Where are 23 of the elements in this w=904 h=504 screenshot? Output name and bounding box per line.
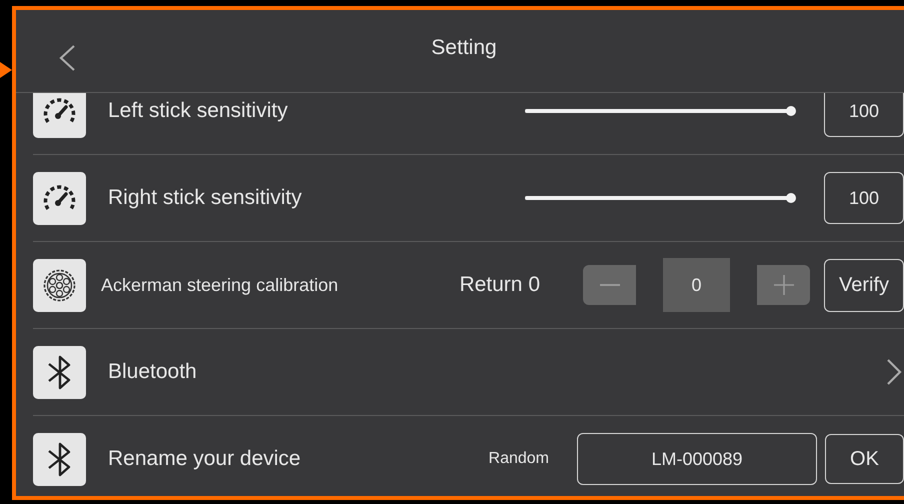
- setting-label: Rename your device: [108, 447, 302, 471]
- bluetooth-icon: [33, 432, 86, 486]
- verify-button[interactable]: Verify: [824, 258, 904, 312]
- wheel-icon: [33, 258, 86, 312]
- random-link[interactable]: Random: [488, 450, 549, 468]
- setting-label: Ackerman steering calibration: [101, 274, 340, 296]
- value-field[interactable]: 100: [824, 93, 904, 137]
- device-name-field[interactable]: LM-000089: [577, 433, 817, 485]
- return-zero-link[interactable]: Return 0: [459, 273, 540, 297]
- plus-icon: [774, 275, 794, 295]
- chevron-right-icon[interactable]: [886, 358, 902, 386]
- value-field[interactable]: 100: [824, 172, 904, 224]
- setting-label: Right stick sensitivity: [108, 186, 303, 210]
- gauge-icon: [33, 172, 86, 224]
- ok-button[interactable]: OK: [825, 434, 904, 484]
- setting-label: Left stick sensitivity: [108, 99, 289, 123]
- value-field[interactable]: 0: [663, 258, 730, 312]
- minus-icon: [600, 284, 620, 286]
- setting-label: Bluetooth: [108, 360, 198, 384]
- back-icon[interactable]: [58, 44, 76, 72]
- gauge-icon: [33, 93, 86, 138]
- page-title: Setting: [431, 36, 497, 60]
- bluetooth-icon: [33, 346, 86, 398]
